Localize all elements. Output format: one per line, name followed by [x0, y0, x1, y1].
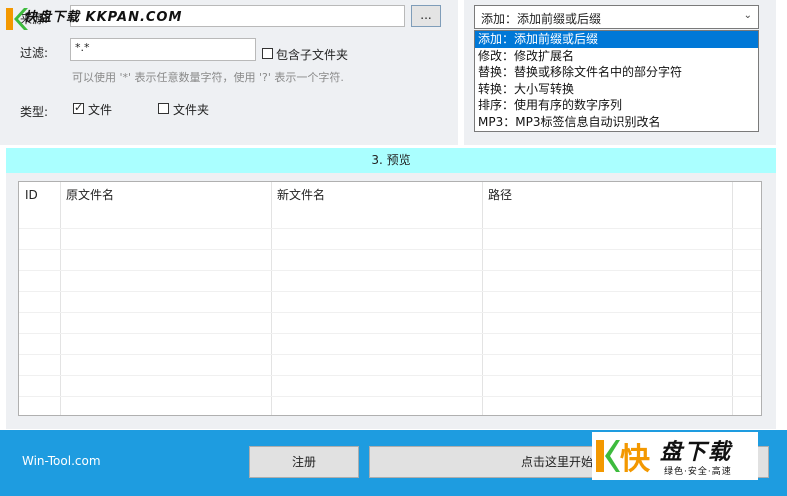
row-divider: [19, 228, 761, 229]
row-divider: [19, 312, 761, 313]
chevron-down-icon: ⌄: [743, 10, 752, 21]
rule-option[interactable]: 添加：添加前缀或后缀: [475, 31, 758, 48]
type-folder-label: 文件夹: [173, 103, 210, 117]
watermark-slogan: 绿色·安全·高速: [664, 467, 732, 477]
include-subfolders-checkbox[interactable]: [262, 48, 273, 59]
include-subfolders-label: 包含子文件夹: [276, 48, 349, 62]
watermark-kuai: 快: [620, 442, 650, 477]
watermark-bottom: 快 盘下载 绿色·安全·高速: [592, 432, 758, 480]
rule-option[interactable]: 排序：使用有序的数字序列: [475, 97, 758, 114]
type-file-checkbox[interactable]: [73, 101, 84, 114]
type-label: 类型:: [20, 105, 49, 119]
column-header-new-name[interactable]: 新文件名: [271, 182, 488, 208]
column-header-id[interactable]: ID: [19, 182, 66, 208]
row-divider: [19, 249, 761, 250]
rule-dropdown-list: 添加：添加前缀或后缀 修改：修改扩展名 替换：替换或移除文件名中的部分字符 转换…: [474, 30, 759, 132]
kkpan-logo-icon: [596, 440, 620, 472]
table-header: ID 原文件名 新文件名 路径: [19, 182, 761, 208]
site-link[interactable]: Win-Tool.com: [22, 454, 101, 468]
row-divider: [19, 354, 761, 355]
column-divider: [60, 182, 61, 415]
column-header-path[interactable]: 路径: [482, 182, 738, 208]
watermark-top-text: 快盘下载 KKPAN.COM: [24, 10, 183, 25]
column-divider: [732, 182, 733, 415]
rule-select-value: 添加：添加前缀或后缀: [481, 12, 602, 26]
rule-option[interactable]: 转换：大小写转换: [475, 81, 758, 98]
row-divider: [19, 375, 761, 376]
browse-button[interactable]: ...: [411, 5, 441, 27]
row-divider: [19, 291, 761, 292]
watermark-main-text: 盘下载: [660, 440, 733, 465]
column-divider: [482, 182, 483, 415]
rule-select[interactable]: 添加：添加前缀或后缀 ⌄: [474, 5, 759, 29]
type-file-label: 文件: [88, 103, 113, 117]
preview-title: 3. 预览: [6, 148, 776, 173]
type-folder-checkbox[interactable]: [158, 103, 169, 114]
row-divider: [19, 270, 761, 271]
column-header-original-name[interactable]: 原文件名: [60, 182, 277, 208]
filter-input[interactable]: *.*: [70, 38, 256, 61]
filter-label: 过滤:: [20, 46, 49, 60]
rule-option[interactable]: 修改：修改扩展名: [475, 48, 758, 65]
row-divider: [19, 396, 761, 397]
row-divider: [19, 333, 761, 334]
rule-option[interactable]: 替换：替换或移除文件名中的部分字符: [475, 64, 758, 81]
rule-option[interactable]: MP3：MP3标签信息自动识别改名: [475, 114, 758, 131]
preview-table[interactable]: ID 原文件名 新文件名 路径: [18, 181, 762, 416]
filter-hint: 可以使用 '*' 表示任意数量字符，使用 '?' 表示一个字符.: [72, 71, 344, 84]
register-button[interactable]: 注册: [249, 446, 359, 478]
column-divider: [271, 182, 272, 415]
